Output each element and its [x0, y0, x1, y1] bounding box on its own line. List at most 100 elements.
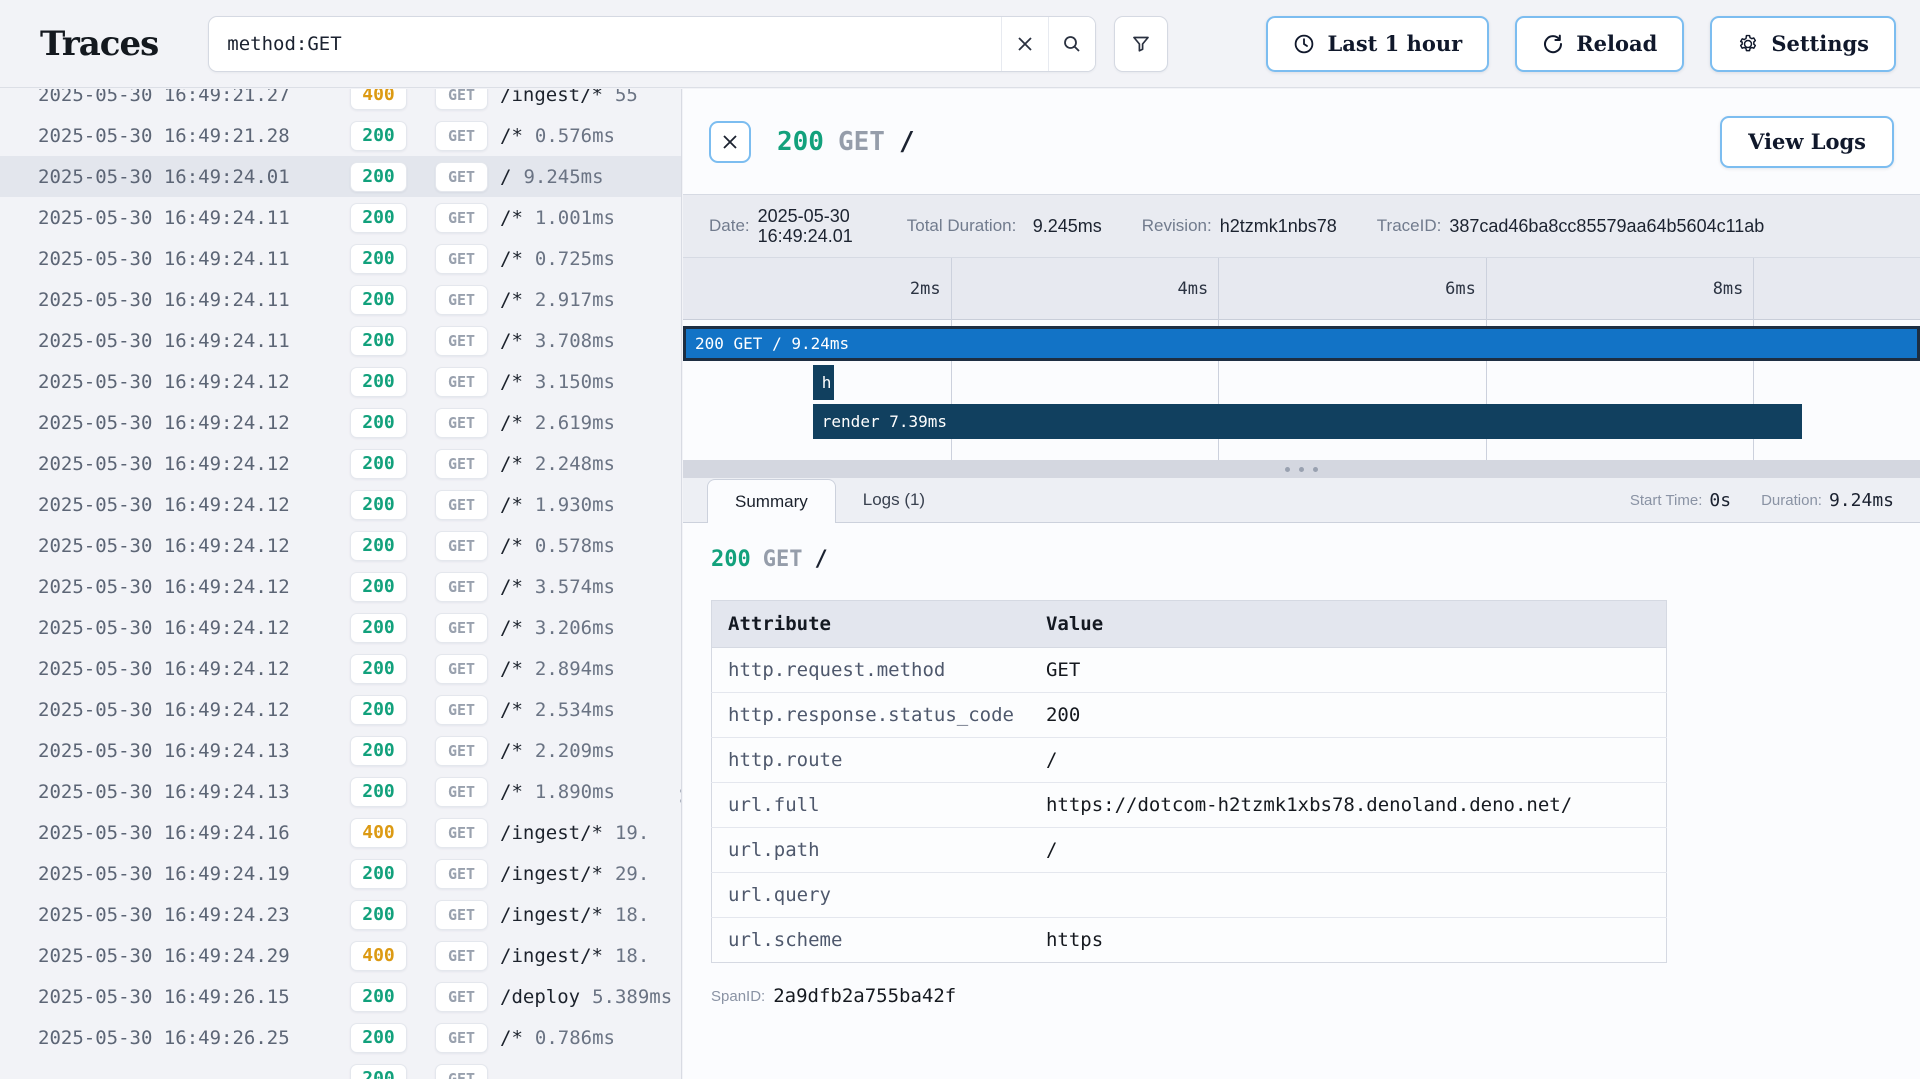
- tick-label: 4ms: [1177, 258, 1218, 320]
- value-cell: [1030, 873, 1667, 918]
- search-input[interactable]: [209, 17, 1001, 71]
- trace-time: 2025-05-30 16:49:24.11: [38, 207, 288, 229]
- trace-row[interactable]: 2025-05-30 16:49:24.12200GET/*0.578ms: [0, 525, 681, 566]
- method-badge: GET: [435, 818, 488, 848]
- span-id-label: SpanID:: [711, 988, 765, 1005]
- timeline-resize-handle[interactable]: [683, 460, 1920, 478]
- trace-row[interactable]: 2025-05-30 16:49:24.13200GET/*2.209ms: [0, 730, 681, 771]
- trace-detail-panel: 200 GET / View Logs Date: 2025-05-30 16:…: [683, 89, 1920, 1079]
- trace-row[interactable]: 2025-05-30 16:49:24.12200GET/*3.574ms: [0, 566, 681, 607]
- filter-icon: [1131, 34, 1151, 54]
- trace-duration: 3.574ms: [535, 576, 615, 598]
- trace-row[interactable]: 200GET: [0, 1058, 681, 1079]
- view-logs-button[interactable]: View Logs: [1720, 116, 1894, 168]
- trace-row[interactable]: 2025-05-30 16:49:24.11200GET/*1.001ms: [0, 197, 681, 238]
- status-badge: 200: [350, 982, 407, 1012]
- trace-row[interactable]: 2025-05-30 16:49:21.27400GET/ingest/*55: [0, 89, 681, 115]
- trace-time: 2025-05-30 16:49:24.12: [38, 494, 288, 516]
- status-badge: 200: [350, 613, 407, 643]
- trace-row[interactable]: 2025-05-30 16:49:24.11200GET/*3.708ms: [0, 320, 681, 361]
- trace-duration: 0.578ms: [535, 535, 615, 557]
- table-row: url.query: [712, 873, 1667, 918]
- trace-row[interactable]: 2025-05-30 16:49:26.25200GET/*0.786ms: [0, 1017, 681, 1058]
- method-badge: GET: [435, 900, 488, 930]
- table-row: http.request.methodGET: [712, 648, 1667, 693]
- table-row: url.schemehttps: [712, 918, 1667, 963]
- tab-logs[interactable]: Logs (1): [836, 478, 952, 522]
- method-badge: GET: [435, 613, 488, 643]
- filter-button[interactable]: [1114, 16, 1168, 72]
- reload-button[interactable]: Reload: [1515, 16, 1684, 72]
- method-badge: GET: [435, 162, 488, 192]
- topbar-actions: Last 1 hour Reload Settings: [1266, 16, 1896, 72]
- trace-row[interactable]: 2025-05-30 16:49:24.12200GET/*2.619ms: [0, 402, 681, 443]
- close-detail-button[interactable]: [709, 121, 751, 163]
- value-cell: GET: [1030, 648, 1667, 693]
- trace-time: 2025-05-30 16:49:24.11: [38, 289, 288, 311]
- trace-time: 2025-05-30 16:49:24.11: [38, 248, 288, 270]
- trace-path: /*2.209ms: [500, 740, 615, 762]
- status-badge: 200: [350, 121, 407, 151]
- trace-path: /*3.574ms: [500, 576, 615, 598]
- status-badge: 400: [350, 89, 407, 110]
- span-bar[interactable]: h: [813, 365, 834, 400]
- trace-row[interactable]: 2025-05-30 16:49:24.19200GET/ingest/*29.: [0, 853, 681, 894]
- span-bar[interactable]: 200 GET / 9.24ms: [683, 326, 1920, 361]
- date-value-line2: 16:49:24.01: [758, 226, 853, 246]
- trace-time: 2025-05-30 16:49:24.01: [38, 166, 288, 188]
- search-bar: [208, 16, 1096, 72]
- trace-row[interactable]: 2025-05-30 16:49:24.23200GET/ingest/*18.: [0, 894, 681, 935]
- trace-time: 2025-05-30 16:49:26.15: [38, 986, 288, 1008]
- attr-cell: http.route: [712, 738, 1030, 783]
- trace-row[interactable]: 2025-05-30 16:49:24.12200GET/*2.894ms: [0, 648, 681, 689]
- search-button[interactable]: [1048, 17, 1095, 71]
- trace-row[interactable]: 2025-05-30 16:49:24.12200GET/*2.248ms: [0, 443, 681, 484]
- method-badge: GET: [435, 121, 488, 151]
- trace-time: 2025-05-30 16:49:24.12: [38, 412, 288, 434]
- tab-summary[interactable]: Summary: [707, 479, 836, 523]
- status-badge: 200: [350, 326, 407, 356]
- trace-row[interactable]: 2025-05-30 16:49:26.15200GET/deploy5.389…: [0, 976, 681, 1017]
- trace-row[interactable]: 2025-05-30 16:49:24.13200GET/*1.890ms: [0, 771, 681, 812]
- trace-duration: 18.: [615, 945, 649, 967]
- status-badge: 200: [350, 859, 407, 889]
- panel-resize-handle[interactable]: [679, 789, 682, 823]
- trace-row[interactable]: 2025-05-30 16:49:24.12200GET/*3.206ms: [0, 607, 681, 648]
- trace-row[interactable]: 2025-05-30 16:49:24.16400GET/ingest/*19.: [0, 812, 681, 853]
- trace-row[interactable]: 2025-05-30 16:49:24.01200GET/9.245ms: [0, 156, 681, 197]
- table-row: url.path/: [712, 828, 1667, 873]
- trace-path: /ingest/*19.: [500, 822, 649, 844]
- view-logs-label: View Logs: [1748, 129, 1866, 154]
- meta-trace-id: TraceID: 387cad46ba8cc85579aa64b5604c11a…: [1377, 216, 1765, 237]
- trace-row[interactable]: 2025-05-30 16:49:24.29400GET/ingest/*18.: [0, 935, 681, 976]
- method-badge: GET: [435, 982, 488, 1012]
- settings-button[interactable]: Settings: [1710, 16, 1896, 72]
- trace-row[interactable]: 2025-05-30 16:49:21.28200GET/*0.576ms: [0, 115, 681, 156]
- trace-duration: 1.930ms: [535, 494, 615, 516]
- detail-status: 200: [777, 127, 824, 157]
- value-cell: https://dotcom-h2tzmk1xbs78.denoland.den…: [1030, 783, 1667, 828]
- total-duration-value: 9.245ms: [1033, 216, 1102, 237]
- trace-row[interactable]: 2025-05-30 16:49:24.11200GET/*2.917ms: [0, 279, 681, 320]
- trace-row[interactable]: 2025-05-30 16:49:24.12200GET/*3.150ms: [0, 361, 681, 402]
- start-time-value: 0s: [1709, 490, 1731, 511]
- attributes-table-body: http.request.methodGEThttp.response.stat…: [712, 648, 1667, 963]
- clear-search-button[interactable]: [1001, 17, 1048, 71]
- span-meta: Start Time: 0s Duration: 9.24ms: [1630, 478, 1920, 522]
- trace-path: /*2.534ms: [500, 699, 615, 721]
- trace-list: 2025-05-30 16:49:21.27400GET/ingest/*55 2…: [0, 89, 681, 1079]
- trace-row[interactable]: 2025-05-30 16:49:24.12200GET/*1.930ms: [0, 484, 681, 525]
- trace-row[interactable]: 2025-05-30 16:49:24.11200GET/*0.725ms: [0, 238, 681, 279]
- time-range-button[interactable]: Last 1 hour: [1266, 16, 1489, 72]
- time-range-label: Last 1 hour: [1327, 31, 1462, 56]
- trace-time: 2025-05-30 16:49:24.23: [38, 904, 288, 926]
- span-bar[interactable]: render 7.39ms: [813, 404, 1802, 439]
- detail-method: GET: [838, 127, 885, 157]
- summary-path: /: [815, 547, 828, 572]
- trace-duration: 0.576ms: [535, 125, 615, 147]
- status-badge: 200: [350, 736, 407, 766]
- trace-path: /ingest/*55: [500, 89, 638, 106]
- trace-duration: 1.890ms: [535, 781, 615, 803]
- status-badge: 200: [350, 900, 407, 930]
- trace-row[interactable]: 2025-05-30 16:49:24.12200GET/*2.534ms: [0, 689, 681, 730]
